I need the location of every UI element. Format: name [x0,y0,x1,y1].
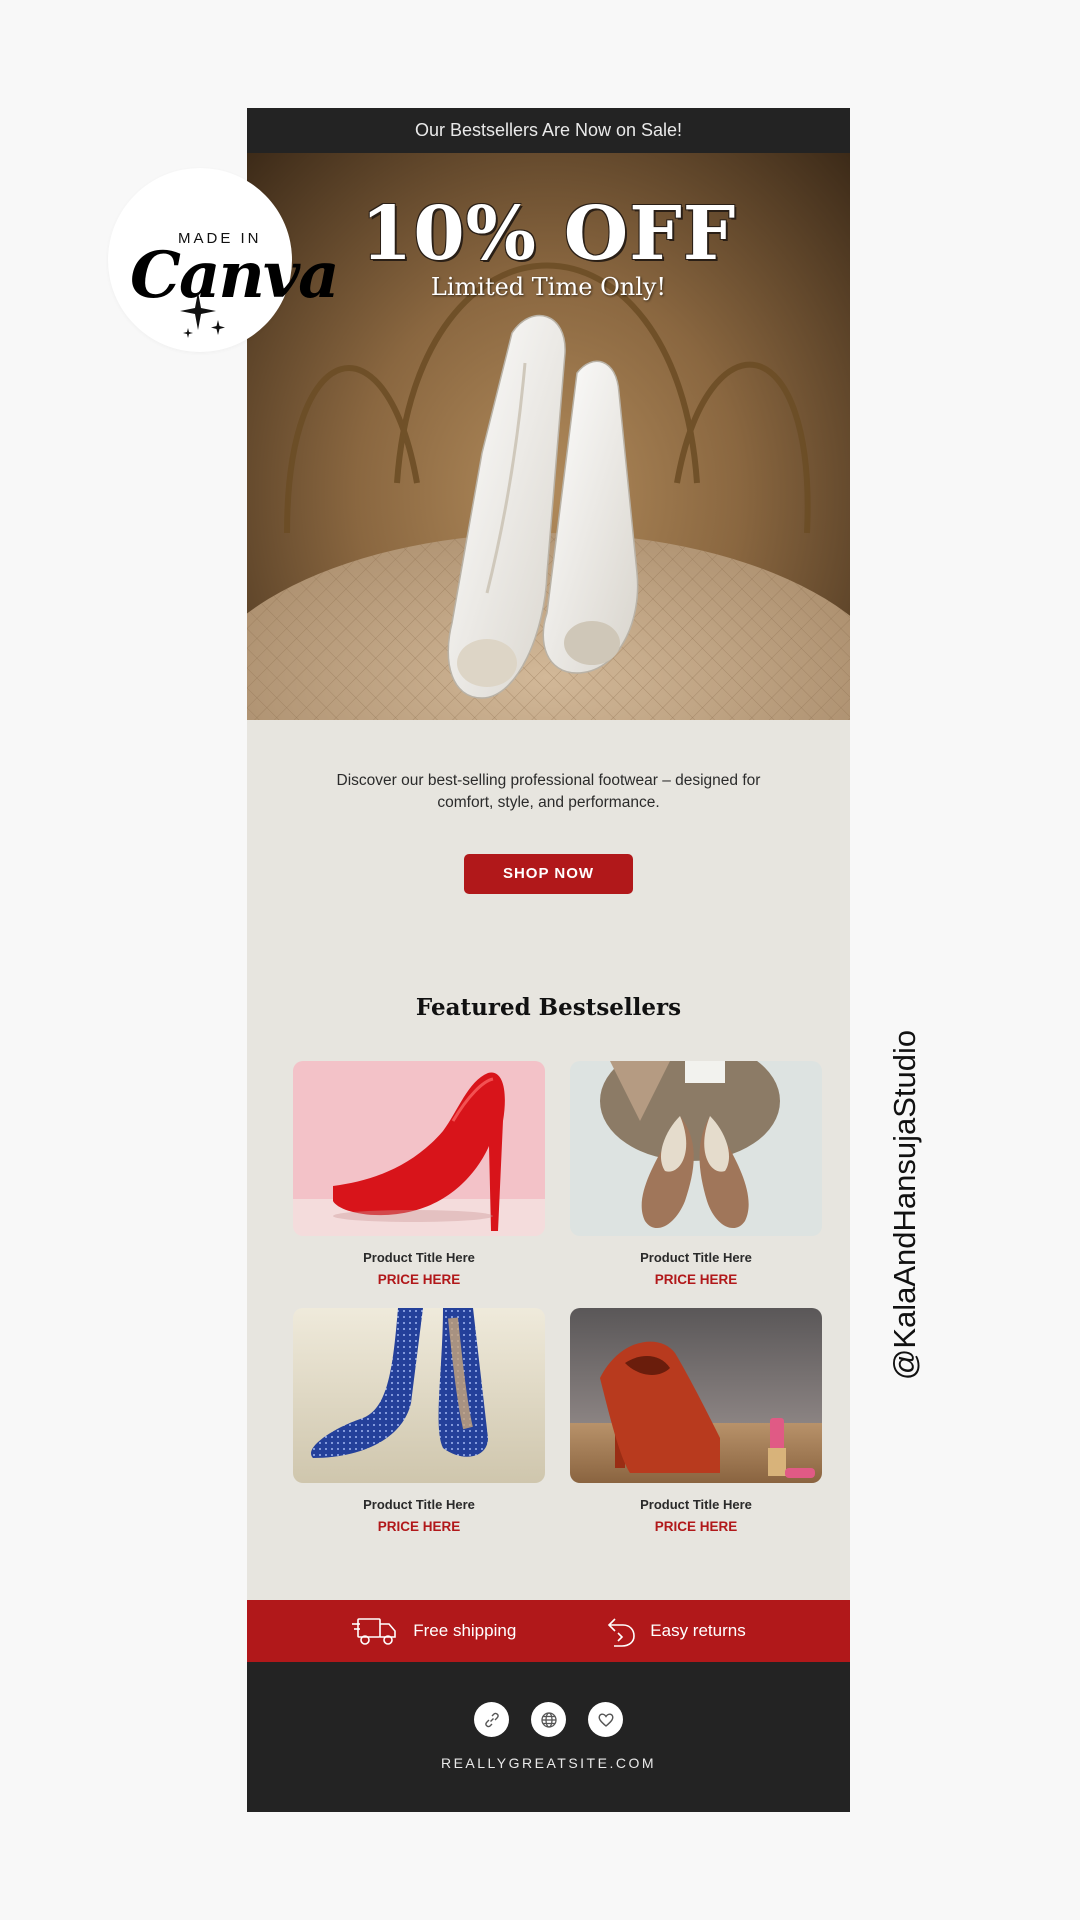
website-link[interactable]: REALLYGREATSITE.COM [247,1755,850,1771]
product-title[interactable]: Product Title Here [293,1250,545,1265]
free-shipping-benefit: Free shipping [351,1614,516,1648]
product-card[interactable]: Product Title Here PRICE HERE [293,1308,545,1534]
email-template: Our Bestsellers Are Now on Sale! 10% OFF… [247,108,850,1812]
red-platform-heel-with-lipstick-photo[interactable] [570,1308,822,1483]
product-price: PRICE HERE [654,1272,738,1287]
return-arrow-icon [608,1618,636,1647]
blue-polka-dot-heels-photo[interactable] [293,1308,545,1483]
beige-mules-photo[interactable] [570,1061,822,1236]
intro-text: Discover our best-selling professional f… [336,772,761,811]
product-title[interactable]: Product Title Here [570,1497,822,1512]
product-price: PRICE HERE [654,1519,738,1534]
announcement-bar: Our Bestsellers Are Now on Sale! [247,108,850,153]
heart-icon[interactable] [588,1702,623,1737]
delivery-truck-icon [352,1618,397,1645]
shop-now-button[interactable]: SHOP NOW [464,854,633,894]
product-title[interactable]: Product Title Here [293,1497,545,1512]
product-price: PRICE HERE [377,1519,461,1534]
product-card[interactable]: Product Title Here PRICE HERE [570,1061,822,1287]
sparkle-icon [180,292,225,338]
free-shipping-label: Free shipping [413,1621,517,1640]
link-icon[interactable] [474,1702,509,1737]
made-in-canva-badge: MADE IN Canva [108,168,340,352]
product-grid: Product Title Here PRICE HERE Product Ti… [293,1061,823,1534]
social-icons [247,1702,850,1737]
easy-returns-label: Easy returns [650,1621,746,1640]
product-card[interactable]: Product Title Here PRICE HERE [570,1308,822,1534]
product-card[interactable]: Product Title Here PRICE HERE [293,1061,545,1287]
featured-section-title: Featured Bestsellers [415,994,682,1021]
studio-handle-watermark: @KalaAndHansujaStudio [887,1029,922,1381]
product-price: PRICE HERE [377,1272,461,1287]
badge-canva-logo: Canva [130,238,340,313]
email-footer: REALLYGREATSITE.COM [247,1662,850,1812]
globe-icon[interactable] [531,1702,566,1737]
benefits-bar: Free shipping Easy returns [247,1600,850,1662]
product-title[interactable]: Product Title Here [570,1250,822,1265]
easy-returns-benefit: Easy returns [606,1615,746,1647]
red-stiletto-heel-photo[interactable] [293,1061,545,1236]
